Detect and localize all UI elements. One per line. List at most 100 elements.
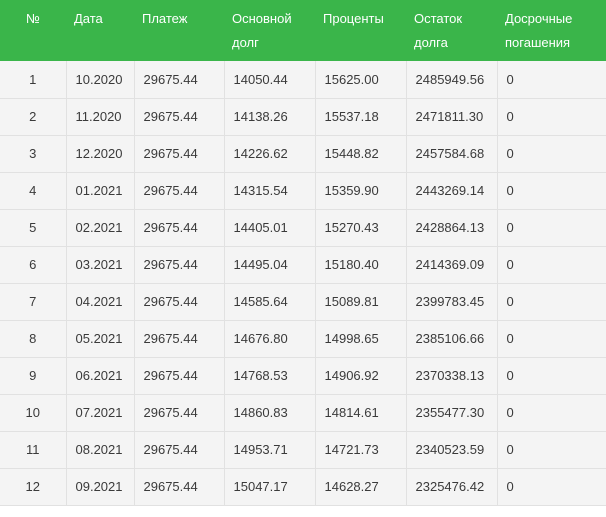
table-row: 6 03.2021 29675.44 14495.04 15180.40 2414369.… bbox=[0, 246, 606, 284]
cell-early-repayment: 0 bbox=[497, 135, 606, 173]
cell-interest: 15089.81 bbox=[315, 283, 407, 321]
cell-payment: 29675.44 bbox=[134, 357, 225, 395]
table-row: 11 08.2021 29675.44 14953.71 14721.73 2340523… bbox=[0, 431, 606, 469]
header-number: № bbox=[26, 11, 40, 26]
cell-payment: 29675.44 bbox=[134, 135, 225, 173]
cell-principal: 14138.26 bbox=[224, 98, 316, 136]
table-row: 5 02.2021 29675.44 14405.01 15270.43 2428864.… bbox=[0, 209, 606, 247]
cell-balance: 2457584.68 bbox=[406, 135, 498, 173]
cell-principal: 14050.44 bbox=[224, 61, 316, 99]
cell-date: 06.2021 bbox=[66, 357, 135, 395]
cell-balance: 2399783.45 bbox=[406, 283, 498, 321]
cell-interest: 14721.73 bbox=[315, 431, 407, 469]
cell-payment: 29675.44 bbox=[134, 320, 225, 358]
cell-number: 12 bbox=[0, 468, 67, 506]
cell-interest: 15537.18 bbox=[315, 98, 407, 136]
cell-payment: 29675.44 bbox=[134, 209, 225, 247]
cell-date: 05.2021 bbox=[66, 320, 135, 358]
table-row: 3 12.2020 29675.44 14226.62 15448.82 2457584.… bbox=[0, 135, 606, 173]
cell-early-repayment: 0 bbox=[497, 172, 606, 210]
cell-early-repayment: 0 bbox=[497, 320, 606, 358]
cell-interest: 15448.82 bbox=[315, 135, 407, 173]
table-row: 8 05.2021 29675.44 14676.80 14998.65 2385106.… bbox=[0, 320, 606, 358]
cell-interest: 14628.27 bbox=[315, 468, 407, 506]
cell-number: 11 bbox=[0, 431, 67, 469]
payment-schedule-table-container: № Дата Платеж Основной долг Проценты Ост… bbox=[0, 0, 606, 517]
payment-schedule-table: № Дата Платеж Основной долг Проценты Ост… bbox=[0, 0, 606, 506]
cell-principal: 14585.64 bbox=[224, 283, 316, 321]
cell-date: 01.2021 bbox=[66, 172, 135, 210]
cell-number: 10 bbox=[0, 394, 67, 432]
table-header-row: № Дата Платеж Основной долг Проценты Ост… bbox=[0, 0, 606, 61]
cell-early-repayment: 0 bbox=[497, 283, 606, 321]
cell-balance: 2355477.30 bbox=[406, 394, 498, 432]
cell-number: 9 bbox=[0, 357, 67, 395]
cell-number: 2 bbox=[0, 98, 67, 136]
header-balance: Остаток долга bbox=[414, 11, 463, 50]
header-early-repayment: Досрочные погашения bbox=[505, 11, 573, 50]
cell-date: 09.2021 bbox=[66, 468, 135, 506]
cell-number: 3 bbox=[0, 135, 67, 173]
cell-principal: 14226.62 bbox=[224, 135, 316, 173]
header-date: Дата bbox=[74, 11, 103, 26]
cell-date: 04.2021 bbox=[66, 283, 135, 321]
table-row: 9 06.2021 29675.44 14768.53 14906.92 2370338.… bbox=[0, 357, 606, 395]
cell-interest: 15180.40 bbox=[315, 246, 407, 284]
cell-date: 11.2020 bbox=[66, 98, 135, 136]
cell-number: 4 bbox=[0, 172, 67, 210]
cell-balance: 2370338.13 bbox=[406, 357, 498, 395]
cell-payment: 29675.44 bbox=[134, 431, 225, 469]
cell-early-repayment: 0 bbox=[497, 246, 606, 284]
cell-balance: 2485949.56 bbox=[406, 61, 498, 99]
cell-principal: 14315.54 bbox=[224, 172, 316, 210]
cell-interest: 15270.43 bbox=[315, 209, 407, 247]
cell-payment: 29675.44 bbox=[134, 468, 225, 506]
cell-interest: 14906.92 bbox=[315, 357, 407, 395]
cell-early-repayment: 0 bbox=[497, 357, 606, 395]
cell-early-repayment: 0 bbox=[497, 61, 606, 99]
cell-number: 5 bbox=[0, 209, 67, 247]
table-body: 1 10.2020 29675.44 14050.44 15625.00 2485949.… bbox=[0, 61, 606, 506]
cell-balance: 2414369.09 bbox=[406, 246, 498, 284]
cell-principal: 14676.80 bbox=[224, 320, 316, 358]
cell-principal: 14405.01 bbox=[224, 209, 316, 247]
cell-principal: 14953.71 bbox=[224, 431, 316, 469]
cell-date: 10.2020 bbox=[66, 61, 135, 99]
cell-balance: 2325476.42 bbox=[406, 468, 498, 506]
cell-number: 1 bbox=[0, 61, 67, 99]
cell-payment: 29675.44 bbox=[134, 172, 225, 210]
header-interest: Проценты bbox=[323, 11, 384, 26]
cell-principal: 14495.04 bbox=[224, 246, 316, 284]
cell-interest: 15625.00 bbox=[315, 61, 407, 99]
cell-date: 12.2020 bbox=[66, 135, 135, 173]
cell-payment: 29675.44 bbox=[134, 246, 225, 284]
table-row: 4 01.2021 29675.44 14315.54 15359.90 2443269.… bbox=[0, 172, 606, 210]
cell-balance: 2471811.30 bbox=[406, 98, 498, 136]
cell-interest: 14814.61 bbox=[315, 394, 407, 432]
cell-balance: 2443269.14 bbox=[406, 172, 498, 210]
table-row: 1 10.2020 29675.44 14050.44 15625.00 2485949.… bbox=[0, 61, 606, 99]
cell-early-repayment: 0 bbox=[497, 98, 606, 136]
cell-principal: 14768.53 bbox=[224, 357, 316, 395]
cell-number: 6 bbox=[0, 246, 67, 284]
cell-number: 8 bbox=[0, 320, 67, 358]
cell-interest: 15359.90 bbox=[315, 172, 407, 210]
cell-early-repayment: 0 bbox=[497, 468, 606, 506]
cell-interest: 14998.65 bbox=[315, 320, 407, 358]
cell-date: 03.2021 bbox=[66, 246, 135, 284]
table-row: 2 11.2020 29675.44 14138.26 15537.18 2471811.… bbox=[0, 98, 606, 136]
cell-principal: 14860.83 bbox=[224, 394, 316, 432]
header-principal: Основной долг bbox=[232, 11, 292, 50]
cell-balance: 2340523.59 bbox=[406, 431, 498, 469]
cell-early-repayment: 0 bbox=[497, 394, 606, 432]
cell-balance: 2385106.66 bbox=[406, 320, 498, 358]
cell-payment: 29675.44 bbox=[134, 61, 225, 99]
cell-balance: 2428864.13 bbox=[406, 209, 498, 247]
cell-early-repayment: 0 bbox=[497, 431, 606, 469]
cell-payment: 29675.44 bbox=[134, 98, 225, 136]
table-row: 12 09.2021 29675.44 15047.17 14628.27 2325476… bbox=[0, 468, 606, 506]
cell-principal: 15047.17 bbox=[224, 468, 316, 506]
table-row: 10 07.2021 29675.44 14860.83 14814.61 2355477… bbox=[0, 394, 606, 432]
cell-payment: 29675.44 bbox=[134, 394, 225, 432]
cell-date: 07.2021 bbox=[66, 394, 135, 432]
